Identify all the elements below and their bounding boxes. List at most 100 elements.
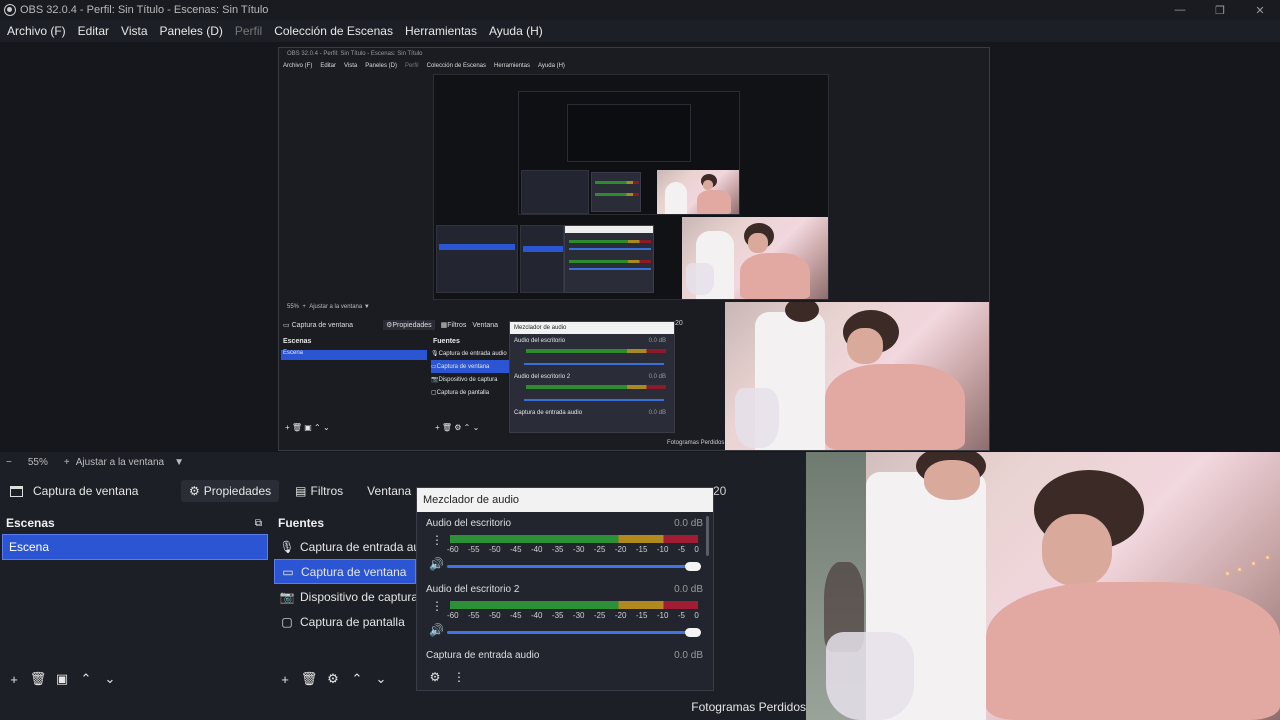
- volume-slider[interactable]: [447, 562, 701, 571]
- move-down-icon[interactable]: ⌄: [98, 667, 122, 691]
- source-label: Captura de entrada audio: [300, 539, 416, 554]
- sources-list: 🎙 Captura de entrada audio ▭ Captura de …: [274, 534, 416, 666]
- audio-mixer-title: Mezclador de audio: [417, 488, 713, 512]
- source-item-video-device[interactable]: 📷 Dispositivo de captura de video: [274, 584, 416, 609]
- speaker-icon[interactable]: 🔊: [429, 557, 444, 571]
- nested-menu-item: Ayuda (H): [538, 63, 565, 69]
- menu-bar: Archivo (F) Editar Vista Paneles (D) Per…: [0, 20, 1280, 42]
- scene-filters-icon[interactable]: ▣: [50, 667, 74, 691]
- trash-icon[interactable]: 🗑: [297, 667, 321, 691]
- dropped-frames-status: Fotogramas Perdidos: [691, 700, 806, 714]
- sources-title: Fuentes: [278, 516, 325, 530]
- menu-coleccion-escenas[interactable]: Colección de Escenas: [269, 24, 398, 38]
- menu-paneles[interactable]: Paneles (D): [155, 24, 228, 38]
- undock-icon[interactable]: ⧉: [255, 518, 262, 529]
- add-scene-button[interactable]: +: [2, 667, 26, 691]
- recursive-preview: [433, 74, 829, 300]
- properties-label: Propiedades: [203, 484, 272, 498]
- advanced-audio-properties-icon[interactable]: ⚙: [423, 670, 447, 684]
- nested-webcam-image: [657, 170, 739, 214]
- channel-name: Audio del escritorio 2: [426, 584, 520, 595]
- move-up-icon[interactable]: ⌃: [74, 667, 98, 691]
- menu-archivo[interactable]: Archivo (F): [2, 24, 71, 38]
- zoom-out-button[interactable]: −: [6, 457, 12, 468]
- close-button[interactable]: ✕: [1240, 0, 1280, 20]
- nested-menu-item: Vista: [344, 63, 358, 69]
- nested-scenes: Escenas Escena + 🗑 ▣ ⌃ ⌄: [281, 336, 427, 432]
- minimize-button[interactable]: —: [1160, 0, 1200, 20]
- menu-perfil[interactable]: Perfil: [230, 24, 267, 38]
- filters-label: Filtros: [310, 484, 344, 498]
- meter-scale: -60 -55 -50 -45 -40 -35 -30 -25 -20 -15 -10 -5 0: [447, 611, 699, 620]
- recursive-preview-2: [518, 91, 740, 215]
- zoom-fit-label[interactable]: Ajustar a la ventana: [76, 457, 164, 468]
- window-select-label[interactable]: Ventana: [359, 480, 419, 502]
- scenes-list: Escena: [2, 534, 268, 666]
- menu-herramientas[interactable]: Herramientas: [400, 24, 482, 38]
- context-value: 20: [713, 484, 727, 498]
- nested-dropped-frames: Fotogramas Perdidos: [667, 440, 725, 446]
- menu-vista[interactable]: Vista: [116, 24, 152, 38]
- mixer-footer: ⚙ ⋮: [417, 664, 713, 690]
- mixer-channel: Audio del escritorio 2 0.0 dB ⋮ -60 -55 -5…: [417, 582, 707, 648]
- window-controls: — ❐ ✕: [1160, 0, 1280, 20]
- nested-menu-item: Herramientas: [494, 63, 531, 69]
- webcam-image: [806, 452, 1280, 720]
- window-icon: ▭: [282, 564, 294, 579]
- chevron-down-icon[interactable]: ▼: [174, 457, 184, 468]
- source-label: Dispositivo de captura de video: [300, 589, 416, 604]
- selected-source: Captura de ventana: [0, 484, 175, 498]
- speaker-icon[interactable]: 🔊: [429, 623, 444, 637]
- scenes-header: Escenas ⧉: [0, 512, 268, 534]
- nested-menu-item: Colección de Escenas: [426, 63, 486, 69]
- scene-item[interactable]: Escena: [2, 534, 268, 560]
- camera-icon: 📷: [279, 589, 295, 604]
- move-up-icon[interactable]: ⌃: [345, 667, 369, 691]
- source-item-audio-input[interactable]: 🎙 Captura de entrada audio: [274, 534, 416, 559]
- menu-ayuda[interactable]: Ayuda (H): [484, 24, 548, 38]
- obs-logo-icon: [4, 4, 16, 16]
- audio-mixer-dock: Mezclador de audio Audio del escritorio …: [416, 487, 714, 691]
- channel-db: 0.0 dB: [674, 584, 703, 595]
- volume-meter: [450, 535, 698, 543]
- meter-scale: -60 -55 -50 -45 -40 -35 -30 -25 -20 -15 -10 -5 0: [447, 545, 699, 554]
- nested-audio-mixer: Mezclador de audio Audio del escritorio …: [509, 321, 675, 433]
- channel-menu-icon[interactable]: ⋮: [431, 534, 443, 546]
- nested-sources-panel: [520, 225, 564, 293]
- zoom-value: 55%: [27, 456, 48, 468]
- add-source-button[interactable]: +: [273, 667, 297, 691]
- selected-source-label: Captura de ventana: [33, 484, 139, 498]
- nested-menu: Archivo (F) Editar Vista Paneles (D) Per…: [279, 60, 989, 72]
- channel-name: Audio del escritorio: [426, 518, 512, 529]
- nested-webcam-image-2: [682, 217, 828, 299]
- sources-header: Fuentes: [272, 512, 416, 534]
- menu-editar[interactable]: Editar: [73, 24, 114, 38]
- mixer-menu-icon[interactable]: ⋮: [447, 670, 471, 684]
- sources-toolbar: + 🗑 ⚙ ⌃ ⌄: [273, 667, 393, 691]
- nested-menu-item: Paneles (D): [365, 63, 397, 69]
- source-item-screen-capture[interactable]: ▢ Captura de pantalla: [274, 609, 416, 634]
- nested-scenes-panel: [436, 225, 518, 293]
- nested-zoom: 55% + Ajustar a la ventana ▼: [287, 304, 370, 310]
- channel-db: 0.0 dB: [674, 518, 703, 529]
- mixer-channel: Audio del escritorio 0.0 dB ⋮ -60 -55 -50-…: [417, 516, 707, 582]
- nested-obs-capture: OBS 32.0.4 - Perfil: Sin Título - Escena…: [278, 47, 990, 451]
- source-item-window-capture[interactable]: ▭ Captura de ventana: [274, 559, 416, 584]
- nested-webcam-image-3: [725, 302, 989, 450]
- maximize-button[interactable]: ❐: [1200, 0, 1240, 20]
- filters-button[interactable]: ▤ Filtros: [287, 480, 351, 502]
- recursive-preview-3: [567, 104, 691, 162]
- move-down-icon[interactable]: ⌄: [369, 667, 393, 691]
- properties-button[interactable]: ⚙ Propiedades: [181, 480, 280, 502]
- title-bar: OBS 32.0.4 - Perfil: Sin Título - Escena…: [0, 0, 1280, 20]
- nested-number: 20: [675, 320, 683, 327]
- window-title: OBS 32.0.4 - Perfil: Sin Título - Escena…: [20, 4, 269, 16]
- gear-icon: ⚙: [189, 484, 200, 498]
- channel-db: 0.0 dB: [674, 650, 703, 661]
- channel-menu-icon[interactable]: ⋮: [431, 600, 443, 612]
- zoom-in-button[interactable]: +: [64, 457, 70, 468]
- trash-icon[interactable]: 🗑: [26, 667, 50, 691]
- preview-canvas[interactable]: OBS 32.0.4 - Perfil: Sin Título - Escena…: [0, 42, 1280, 452]
- gear-icon[interactable]: ⚙: [321, 667, 345, 691]
- volume-slider[interactable]: [447, 628, 701, 637]
